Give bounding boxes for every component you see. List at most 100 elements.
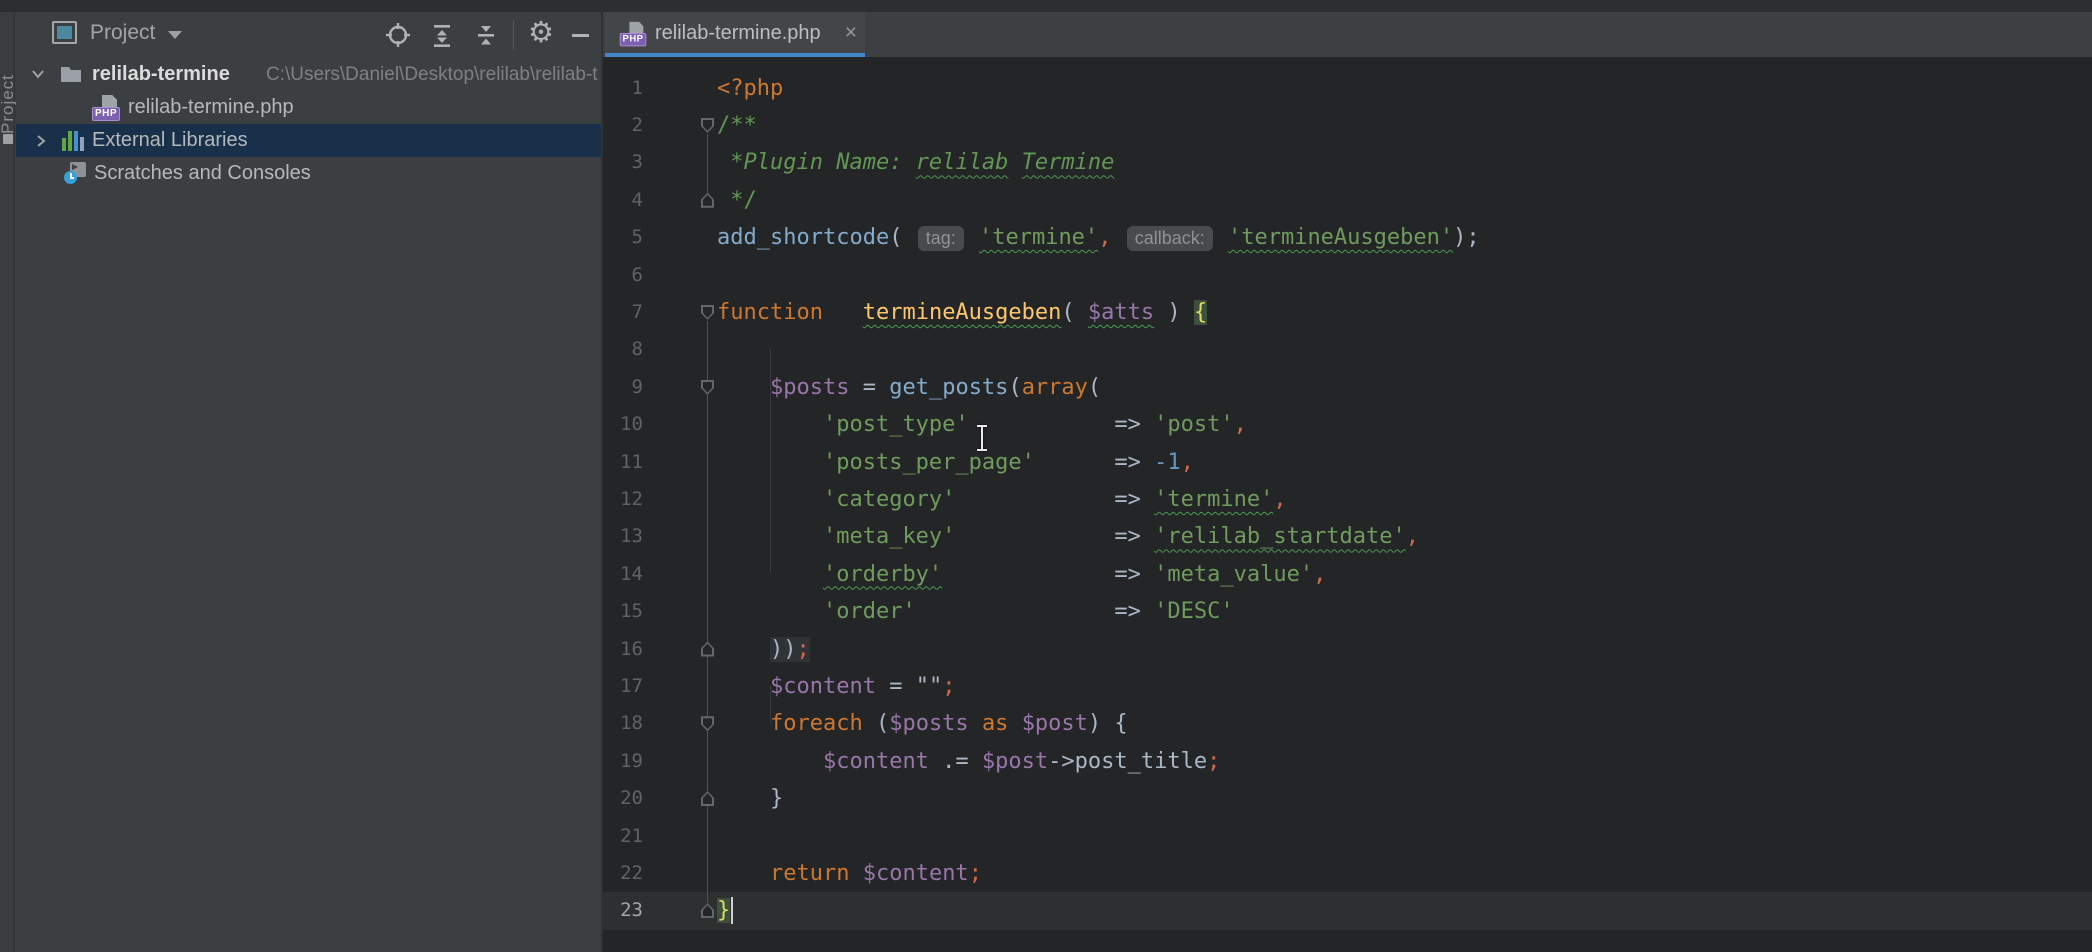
locate-icon[interactable]	[384, 22, 412, 48]
code-token	[717, 599, 823, 624]
code-token: 'posts_per_page'	[823, 450, 1035, 475]
chevron-down-icon[interactable]	[30, 67, 46, 81]
text-caret	[731, 897, 733, 924]
line-number: 17	[603, 668, 643, 705]
code-line-10[interactable]: 10 'post_type' => 'post',	[603, 406, 2092, 444]
code-token	[717, 637, 770, 662]
line-number: 9	[603, 369, 643, 406]
tool-stripe-square-icon[interactable]	[3, 134, 13, 144]
code-line-6[interactable]: 6	[603, 257, 2092, 295]
code-token: 'relilab_startdate'	[1154, 524, 1406, 549]
close-icon[interactable]: ×	[845, 21, 857, 45]
tree-row-scratches-and-consoles[interactable]: Scratches and Consoles	[16, 157, 602, 190]
code-token	[969, 711, 982, 736]
project-stripe-button[interactable]: Project	[0, 34, 17, 134]
line-number: 20	[603, 780, 643, 817]
code-line-14[interactable]: 14 'orderby' => 'meta_value',	[603, 556, 2092, 594]
line-number: 15	[603, 593, 643, 630]
tab-relilab-termine[interactable]: PHP relilab-termine.php ×	[605, 12, 865, 57]
line-number: 3	[603, 144, 643, 181]
code-token	[717, 711, 770, 736]
tree-item-label: relilab-termine.php	[128, 96, 294, 119]
code-token	[942, 562, 1114, 587]
line-number: 18	[603, 705, 643, 742]
code-token: array	[1022, 375, 1088, 400]
code-line-7[interactable]: 7function termineAusgeben( $atts ) {	[603, 294, 2092, 332]
code-token: 'order'	[823, 599, 916, 624]
code-token	[969, 412, 1115, 437]
gear-icon[interactable]: ⚙	[528, 18, 556, 44]
code-token: ;	[796, 637, 809, 662]
editor-area: PHP relilab-termine.php × 1<?php2 /** 3 *P…	[603, 12, 2092, 952]
code-line-12[interactable]: 12 'category' => 'termine',	[603, 481, 2092, 519]
code-token: $posts	[770, 375, 849, 400]
code-token: }	[717, 898, 730, 923]
code-line-2[interactable]: 2 /**	[603, 107, 2092, 145]
code-line-5[interactable]: 5add_shortcode( tag: 'termine', callback…	[603, 219, 2092, 257]
code-token: /**	[717, 113, 757, 138]
folder-icon	[60, 65, 82, 88]
code-line-13[interactable]: 13 'meta_key' => 'relilab_startdate',	[603, 518, 2092, 556]
line-number: 5	[603, 219, 643, 256]
line-number: 10	[603, 406, 643, 443]
code-token: {	[1194, 300, 1207, 325]
code-line-17[interactable]: 17 $content = "";	[603, 668, 2092, 706]
project-panel-header: Project	[16, 12, 602, 57]
code-token: )	[1154, 300, 1194, 325]
code-token: .=	[929, 749, 982, 774]
line-number: 8	[603, 331, 643, 368]
code-line-23[interactable]: 23}	[603, 892, 2092, 930]
code-token: (	[1008, 375, 1021, 400]
code-token	[966, 225, 979, 250]
line-number: 2	[603, 107, 643, 144]
code-line-21[interactable]: 21	[603, 818, 2092, 856]
line-number: 21	[603, 818, 643, 855]
code-line-11[interactable]: 11 'posts_per_page' => -1,	[603, 444, 2092, 482]
code-token: $content	[823, 749, 929, 774]
code-token: 'termine'	[979, 225, 1098, 250]
project-panel-title[interactable]: Project	[90, 21, 155, 45]
code-token: return	[770, 861, 849, 886]
mouse-ibeam-cursor	[974, 424, 990, 452]
tree-row-project-folder[interactable]: relilab-termine C:\Users\Daniel\Desktop\…	[16, 58, 602, 91]
code-token: (	[889, 225, 916, 250]
code-token: get_posts	[889, 375, 1008, 400]
code-token: ))	[770, 637, 797, 662]
project-window-icon	[52, 21, 77, 44]
tree-row-external-libraries[interactable]: External Libraries	[16, 124, 602, 157]
code-token	[717, 861, 770, 886]
code-area[interactable]: 1<?php2 /** 3 *Plugin Name: relilab Termin…	[603, 57, 2092, 952]
collapse-all-icon[interactable]	[472, 22, 500, 48]
code-line-4[interactable]: 4 */	[603, 182, 2092, 220]
code-token	[955, 487, 1114, 512]
tab-label: relilab-termine.php	[655, 22, 821, 45]
line-number: 4	[603, 182, 643, 219]
code-token: $content	[770, 674, 876, 699]
code-line-1[interactable]: 1<?php	[603, 70, 2092, 108]
hide-panel-icon[interactable]	[572, 22, 600, 48]
code-token	[717, 524, 823, 549]
code-token: ,	[1098, 225, 1111, 250]
project-panel: Project	[16, 12, 602, 952]
code-line-19[interactable]: 19 $content .= $post->post_title;	[603, 743, 2092, 781]
code-token	[717, 749, 823, 774]
code-line-8[interactable]: 8	[603, 331, 2092, 369]
expand-all-icon[interactable]	[428, 22, 456, 48]
chevron-right-icon[interactable]	[34, 133, 48, 149]
code-token: 'orderby'	[823, 562, 942, 587]
chevron-down-icon[interactable]	[168, 31, 182, 39]
line-number: 12	[603, 481, 643, 518]
code-line-16[interactable]: 16 ));	[603, 631, 2092, 669]
line-number: 22	[603, 855, 643, 892]
line-number: 14	[603, 556, 643, 593]
code-token	[1008, 150, 1021, 175]
code-line-22[interactable]: 22 return $content;	[603, 855, 2092, 893]
code-line-20[interactable]: 20 }	[603, 780, 2092, 818]
tree-row-php-file[interactable]: PHP relilab-termine.php	[16, 91, 602, 124]
code-line-9[interactable]: 9 $posts = get_posts(array(	[603, 369, 2092, 407]
code-line-15[interactable]: 15 'order' => 'DESC'	[603, 593, 2092, 631]
code-token: =>	[1114, 562, 1154, 587]
code-token: (	[1088, 375, 1101, 400]
code-line-3[interactable]: 3 *Plugin Name: relilab Termine	[603, 144, 2092, 182]
code-line-18[interactable]: 18 foreach ($posts as $post) {	[603, 705, 2092, 743]
